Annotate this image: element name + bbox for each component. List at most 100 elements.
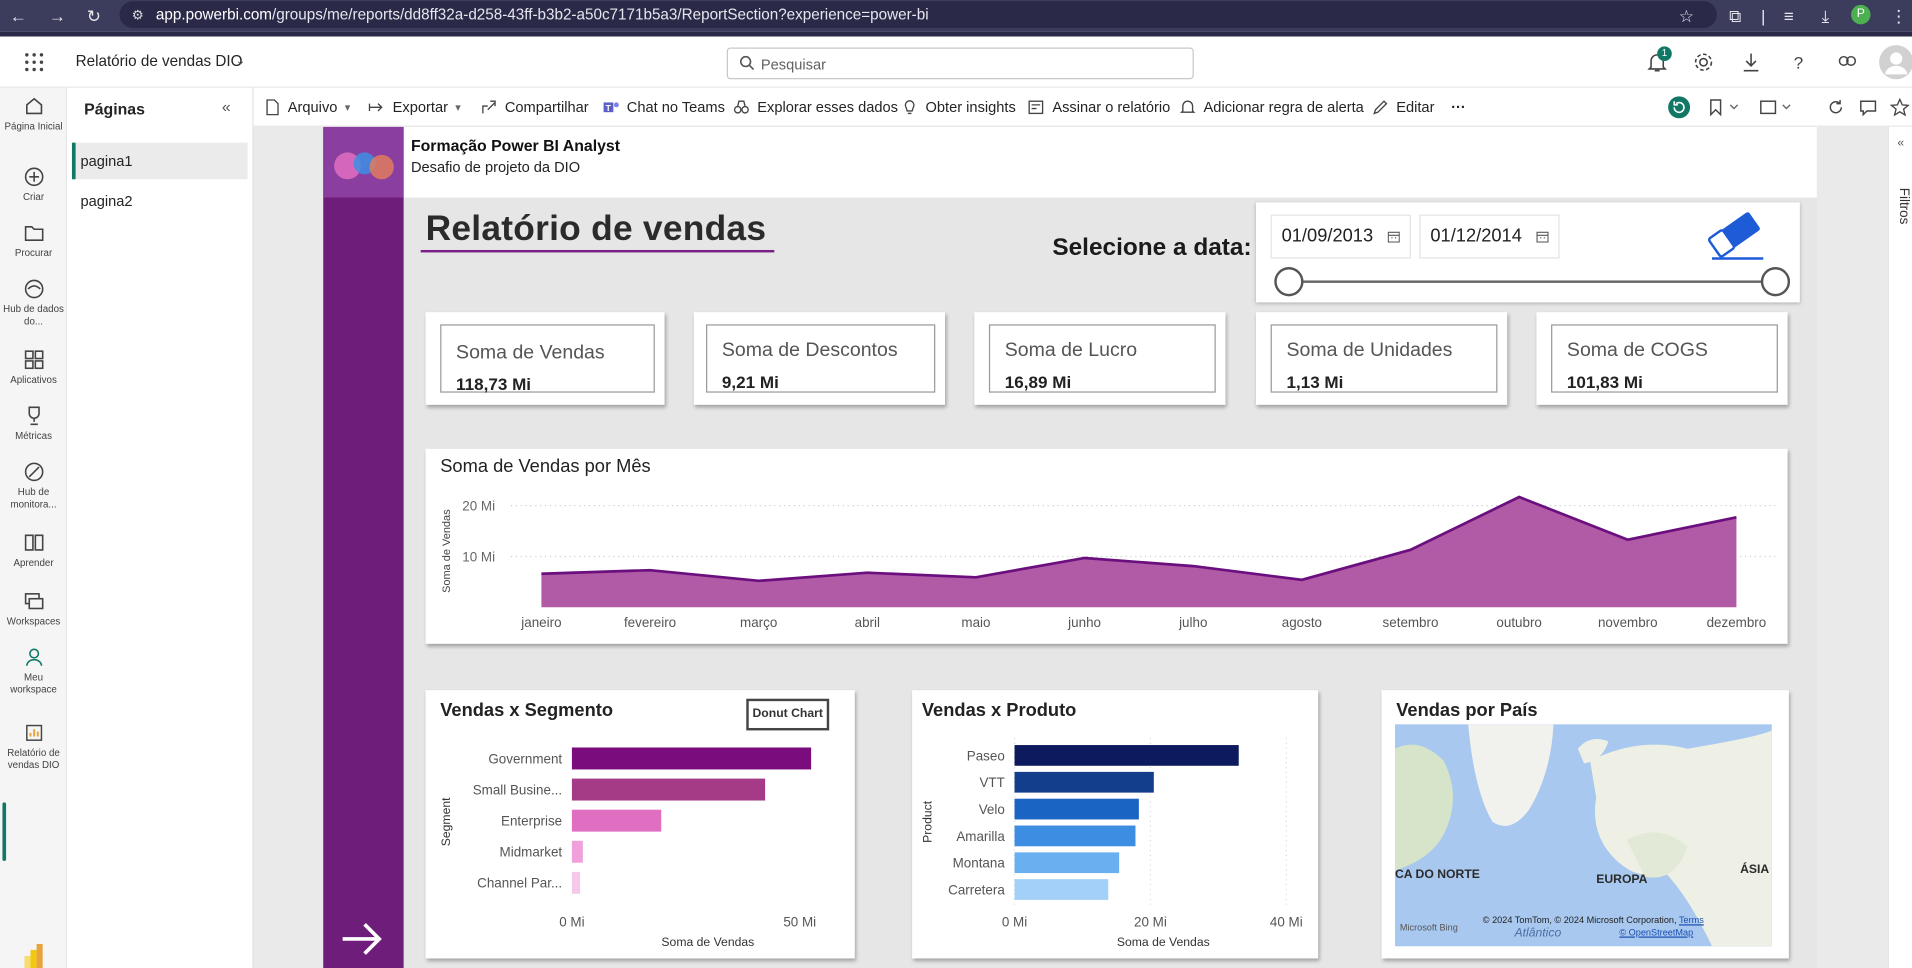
user-avatar[interactable] xyxy=(1879,45,1912,80)
product-bar-visual[interactable]: Vendas x Produto 0 Mi 20 Mi 40 Mi Paseo VTT V… xyxy=(912,690,1319,959)
card-vendas[interactable]: Soma de Vendas 118,73 Mi xyxy=(425,312,665,405)
bookmark-icon[interactable] xyxy=(1707,98,1741,118)
date-slicer: 01/09/2013 01/12/2014 xyxy=(1255,202,1800,303)
extensions-icon[interactable]: ⧉ xyxy=(1724,5,1746,27)
bar xyxy=(571,840,583,863)
rail-item-apps[interactable]: Aplicativos xyxy=(0,349,67,387)
search-icon xyxy=(739,55,755,71)
download-icon[interactable] xyxy=(1739,50,1763,74)
map-terms-link[interactable]: Terms xyxy=(1679,915,1704,926)
y-tick-label: Enterprise xyxy=(501,814,562,829)
rail-label: Página Inicial xyxy=(4,120,63,132)
world-map[interactable]: CA DO NORTE EUROPA ÁSIA Atlântico Micros… xyxy=(1394,724,1772,947)
teams-label: Chat no Teams xyxy=(626,98,725,116)
next-page-arrow-icon[interactable] xyxy=(340,917,384,961)
rail-item-browse[interactable]: Procurar xyxy=(0,222,67,260)
refresh-status-icon[interactable] xyxy=(1667,95,1691,119)
bookmark-star-icon[interactable]: ☆ xyxy=(1675,5,1697,27)
reload-icon[interactable]: ↻ xyxy=(83,5,105,27)
rail-item-data-hub[interactable]: Hub de dados do... xyxy=(0,278,67,328)
comment-icon[interactable] xyxy=(1858,98,1878,118)
rail-item-my-workspace[interactable]: Meu workspace xyxy=(0,646,67,696)
x-tick-label: 0 Mi xyxy=(1002,915,1027,930)
country-map-visual[interactable]: Vendas por País CA DO NORTE EUROPA ÁSIA … xyxy=(1381,690,1789,959)
browser-menu-icon[interactable]: ⋮ xyxy=(1888,5,1910,27)
date-slider-end-handle[interactable] xyxy=(1760,267,1791,297)
favorite-star-icon[interactable] xyxy=(1890,97,1910,118)
edit-button[interactable]: Editar xyxy=(1372,98,1434,118)
explore-data-button[interactable]: Explorar esses dados xyxy=(733,98,898,118)
search-box[interactable] xyxy=(726,47,1194,80)
search-input[interactable] xyxy=(760,53,1176,75)
calendar-icon[interactable] xyxy=(1387,230,1400,243)
collapse-pane-icon[interactable]: « xyxy=(222,98,231,116)
reading-list-icon[interactable]: ≡ xyxy=(1778,5,1800,27)
left-nav-rail: Página Inicial Criar Procurar Hub de dad… xyxy=(0,87,68,968)
address-bar[interactable]: ⚙ app.powerbi.com/groups/me/reports/dd8f… xyxy=(119,1,1717,29)
report-toolbar: Arquivo ▾ Exportar ▾ Compartilhar T Chat n… xyxy=(253,87,1912,127)
rail-item-report[interactable]: Relatório de vendas DIO xyxy=(0,722,67,772)
gear-icon[interactable] xyxy=(1691,50,1715,74)
subscribe-button[interactable]: Assinar o relatório xyxy=(1028,98,1170,118)
profile-avatar[interactable]: P xyxy=(1851,4,1871,25)
insights-button[interactable]: Obter insights xyxy=(901,98,1016,118)
reload-icon[interactable] xyxy=(1827,98,1847,118)
share-feedback-icon[interactable] xyxy=(1835,50,1859,74)
rail-item-workspaces[interactable]: Workspaces xyxy=(0,590,67,628)
area-chart-visual[interactable]: Soma de Vendas por Mês 10 Mi 20 Mi Soma de… xyxy=(425,448,1788,644)
report-name[interactable]: Relatório de vendas DIO xyxy=(76,52,243,69)
help-icon[interactable]: ? xyxy=(1786,50,1810,74)
app-header: Relatório de vendas DIO ⌄ 1 ? xyxy=(0,36,1912,88)
rail-label: Hub de monitora... xyxy=(10,486,57,510)
view-icon[interactable] xyxy=(1758,98,1795,118)
osm-link[interactable]: © OpenStreetMap xyxy=(1619,927,1693,938)
expand-filters-icon[interactable]: « xyxy=(1897,137,1904,150)
x-tick-label: 20 Mi xyxy=(1134,915,1167,930)
file-menu-button[interactable]: Arquivo ▾ xyxy=(263,98,350,118)
date-slider-track[interactable] xyxy=(1290,280,1776,283)
x-axis-label: Soma de Vendas xyxy=(661,935,754,949)
page-item-pagina1[interactable]: pagina1 xyxy=(71,142,248,180)
x-tick-label: agosto xyxy=(1282,615,1322,630)
site-settings-icon[interactable]: ⚙ xyxy=(132,7,144,23)
card-unidades[interactable]: Soma de Unidades 1,13 Mi xyxy=(1255,312,1508,405)
rail-item-metrics[interactable]: Métricas xyxy=(0,405,67,443)
y-tick-label: Small Busine... xyxy=(473,782,562,797)
x-tick-label: julho xyxy=(1178,615,1207,630)
app-launcher-icon[interactable] xyxy=(22,50,46,74)
card-frame: Soma de COGS 101,83 Mi xyxy=(1551,324,1778,393)
filters-pane[interactable]: « Filtros xyxy=(1887,126,1912,968)
segment-bar-svg: 0 Mi 50 Mi Government Small Busine... Enterp… xyxy=(439,747,816,949)
rail-item-create[interactable]: Criar xyxy=(0,166,67,204)
rail-item-learn[interactable]: Aprender xyxy=(0,532,67,570)
download-icon[interactable]: ⤓ xyxy=(1814,5,1836,27)
person-icon xyxy=(25,648,42,666)
more-options-button[interactable]: ··· xyxy=(1451,98,1466,118)
card-lucro[interactable]: Soma de Lucro 16,89 Mi xyxy=(974,312,1226,405)
date-slider-start-handle[interactable] xyxy=(1274,267,1304,297)
forward-icon[interactable]: → xyxy=(46,5,68,27)
page-item-pagina2[interactable]: pagina2 xyxy=(72,183,248,220)
x-tick-label: janeiro xyxy=(520,615,561,630)
card-descontos[interactable]: Soma de Descontos 9,21 Mi xyxy=(693,312,946,405)
lightbulb-icon xyxy=(904,100,915,115)
date-start-input[interactable]: 01/09/2013 xyxy=(1270,214,1411,259)
share-button[interactable]: Compartilhar xyxy=(480,98,589,118)
segment-bar-visual[interactable]: Vendas x Segmento Donut Chart 0 Mi 50 Mi G… xyxy=(425,690,855,959)
card-cogs[interactable]: Soma de COGS 101,83 Mi xyxy=(1536,312,1788,405)
bing-logo: Microsoft Bing xyxy=(1399,921,1458,933)
rail-item-home[interactable]: Página Inicial xyxy=(0,95,67,133)
calendar-icon[interactable] xyxy=(1536,230,1549,243)
chevron-down-icon[interactable]: ⌄ xyxy=(235,55,245,68)
date-end-input[interactable]: 01/12/2014 xyxy=(1419,214,1560,259)
add-alert-button[interactable]: Adicionar regra de alerta xyxy=(1179,98,1364,118)
notification-badge: 1 xyxy=(1657,46,1672,61)
x-tick-label: novembro xyxy=(1598,615,1658,630)
report-title: Relatório de vendas xyxy=(425,209,767,249)
teams-chat-button[interactable]: T Chat no Teams xyxy=(602,98,725,118)
export-menu-button[interactable]: Exportar ▾ xyxy=(368,98,461,118)
rail-item-monitoring[interactable]: Hub de monitora... xyxy=(0,461,67,511)
back-icon[interactable]: ← xyxy=(7,5,29,27)
y-tick-label: 20 Mi xyxy=(462,499,495,514)
clear-filters-eraser-icon[interactable] xyxy=(1707,212,1768,261)
